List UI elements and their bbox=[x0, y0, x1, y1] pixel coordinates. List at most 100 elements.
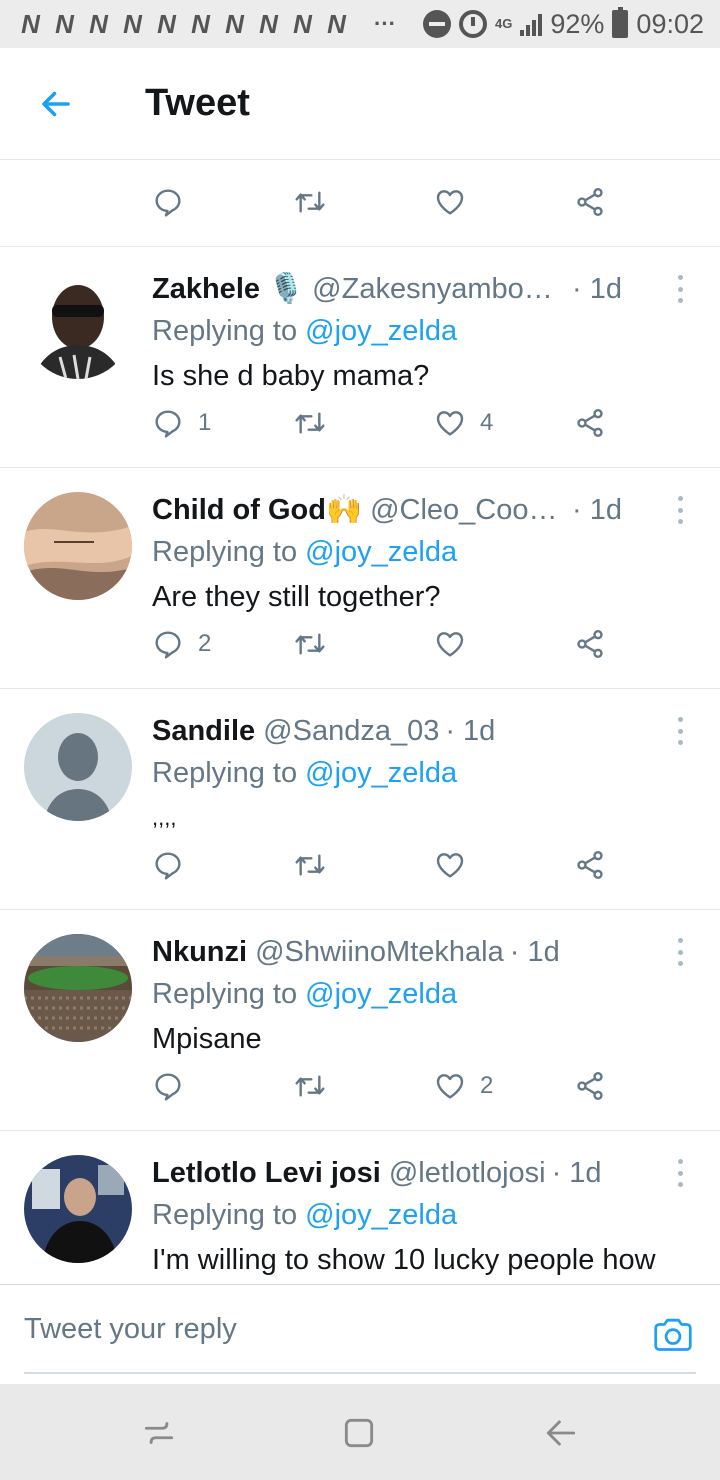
more-options-button[interactable] bbox=[672, 1159, 688, 1187]
reply-compose-bar: Tweet your reply bbox=[0, 1284, 720, 1384]
author-name[interactable]: Nkunzi bbox=[152, 932, 247, 972]
notification-icon: N bbox=[191, 8, 211, 39]
author-handle[interactable]: @Sandza_03 bbox=[263, 711, 439, 751]
status-bar: N N N N N N N N N N ··· 4G 92% 09:02 bbox=[0, 0, 720, 48]
notification-icon: N bbox=[327, 8, 347, 39]
reply-button[interactable] bbox=[152, 1064, 198, 1108]
share-icon bbox=[577, 851, 603, 879]
tweet-text: Is she d baby mama? bbox=[152, 360, 430, 392]
heart-icon bbox=[436, 632, 464, 657]
comment-icon bbox=[155, 410, 181, 438]
reply-button[interactable] bbox=[152, 180, 184, 224]
replying-to-label: Replying to bbox=[152, 1199, 306, 1231]
replying-to-label: Replying to bbox=[152, 978, 306, 1010]
retweet-button[interactable] bbox=[292, 401, 328, 445]
author-handle[interactable]: @Zakesnyambose_ bbox=[312, 269, 566, 309]
mention-link[interactable]: @joy_zelda bbox=[305, 757, 457, 789]
back-arrow-icon bbox=[546, 1420, 576, 1446]
like-button[interactable]: 2 bbox=[434, 1064, 493, 1108]
reply-tweet[interactable]: Child of God🙌 @Cleo_Cooper... · 1d Reply… bbox=[0, 468, 720, 689]
avatar[interactable] bbox=[24, 934, 132, 1042]
share-button[interactable] bbox=[574, 1064, 606, 1108]
replies-feed[interactable]: Zakhele 🎙️ @Zakesnyambose_ · 1d Replying… bbox=[0, 160, 720, 1284]
mention-link[interactable]: @joy_zelda bbox=[305, 536, 457, 568]
tweet-actions bbox=[152, 180, 622, 224]
replying-to-line: Replying to @joy_zelda bbox=[152, 751, 696, 795]
page-title: Tweet bbox=[145, 82, 250, 124]
default-avatar[interactable] bbox=[24, 713, 132, 821]
reply-tweet[interactable]: Zakhele 🎙️ @Zakesnyambose_ · 1d Replying… bbox=[0, 247, 720, 468]
mention-link[interactable]: @joy_zelda bbox=[305, 315, 457, 347]
notification-icon: N bbox=[55, 8, 75, 39]
share-button[interactable] bbox=[574, 622, 606, 666]
share-icon bbox=[577, 409, 603, 437]
do-not-disturb-icon bbox=[423, 10, 452, 38]
reply-button[interactable] bbox=[152, 843, 198, 887]
app-header: Tweet bbox=[0, 48, 720, 160]
mention-link[interactable]: @joy_zelda bbox=[305, 978, 457, 1010]
retweet-button[interactable] bbox=[292, 622, 328, 666]
notification-icon: N bbox=[293, 8, 313, 39]
like-button[interactable]: 4 bbox=[434, 401, 493, 445]
replying-to-line: Replying to @joy_zelda bbox=[152, 530, 696, 574]
avatar[interactable] bbox=[24, 271, 132, 379]
author-handle[interactable]: @Cleo_Cooper... bbox=[370, 490, 566, 530]
previous-tweet-text-cutoff bbox=[152, 160, 602, 164]
replying-to-line: Replying to @joy_zelda bbox=[152, 1193, 696, 1237]
retweet-icon bbox=[295, 1075, 325, 1097]
recent-apps-icon bbox=[144, 1422, 174, 1444]
tweet-text: ,,,, bbox=[152, 805, 177, 830]
reply-button[interactable]: 2 bbox=[152, 622, 211, 666]
camera-icon bbox=[654, 1318, 692, 1351]
reply-tweet[interactable]: Letlotlo Levi josi @letlotlojosi · 1d Re… bbox=[0, 1131, 720, 1284]
reply-button[interactable]: 1 bbox=[152, 401, 211, 445]
retweet-icon bbox=[295, 412, 325, 434]
share-icon bbox=[577, 630, 603, 658]
share-button[interactable] bbox=[574, 401, 606, 445]
comment-icon bbox=[155, 852, 181, 880]
notification-icon: N bbox=[123, 8, 143, 39]
more-options-button[interactable] bbox=[672, 938, 688, 966]
reply-tweet[interactable]: Nkunzi @ShwiinoMtekhala · 1d Replying to… bbox=[0, 910, 720, 1131]
tweet-actions: 2 bbox=[152, 1064, 622, 1108]
battery-percent: 92% bbox=[550, 8, 605, 39]
share-button[interactable] bbox=[574, 180, 606, 224]
share-button[interactable] bbox=[574, 843, 606, 887]
avatar[interactable] bbox=[24, 492, 132, 600]
share-icon bbox=[577, 188, 603, 216]
author-name[interactable]: Letlotlo Levi josi bbox=[152, 1153, 381, 1193]
author-name[interactable]: Child of God🙌 bbox=[152, 490, 362, 530]
reply-count: 2 bbox=[198, 630, 212, 657]
more-options-button[interactable] bbox=[672, 717, 688, 745]
more-options-button[interactable] bbox=[672, 275, 688, 303]
author-handle[interactable]: @letlotlojosi bbox=[389, 1153, 546, 1193]
tweet-actions bbox=[152, 843, 622, 887]
like-button[interactable] bbox=[434, 843, 480, 887]
author-handle[interactable]: @ShwiinoMtekhala bbox=[255, 932, 504, 972]
reply-tweet[interactable]: Sandile @Sandza_03 · 1d Replying to @joy… bbox=[0, 689, 720, 910]
retweet-button[interactable] bbox=[292, 180, 328, 224]
reply-input[interactable]: Tweet your reply bbox=[24, 1313, 237, 1346]
recent-apps-button[interactable] bbox=[140, 1414, 178, 1457]
author-name[interactable]: Sandile bbox=[152, 711, 255, 751]
more-options-button[interactable] bbox=[672, 496, 688, 524]
notification-icon: N bbox=[225, 8, 245, 39]
camera-button[interactable] bbox=[652, 1315, 694, 1358]
like-button[interactable] bbox=[434, 180, 466, 224]
like-button[interactable] bbox=[434, 622, 480, 666]
back-button[interactable] bbox=[0, 48, 112, 160]
retweet-button[interactable] bbox=[292, 843, 328, 887]
retweet-button[interactable] bbox=[292, 1064, 328, 1108]
home-icon bbox=[344, 1418, 374, 1448]
author-name[interactable]: Zakhele 🎙️ bbox=[152, 269, 304, 309]
share-icon bbox=[577, 1072, 603, 1100]
avatar[interactable] bbox=[24, 1155, 132, 1263]
comment-icon bbox=[155, 631, 181, 659]
compose-divider bbox=[24, 1372, 696, 1374]
mention-link[interactable]: @joy_zelda bbox=[305, 1199, 457, 1231]
heart-icon bbox=[436, 853, 464, 878]
previous-tweet-actions bbox=[0, 160, 720, 247]
system-back-button[interactable] bbox=[542, 1414, 580, 1457]
replying-to-label: Replying to bbox=[152, 757, 306, 789]
home-button[interactable] bbox=[340, 1414, 378, 1457]
